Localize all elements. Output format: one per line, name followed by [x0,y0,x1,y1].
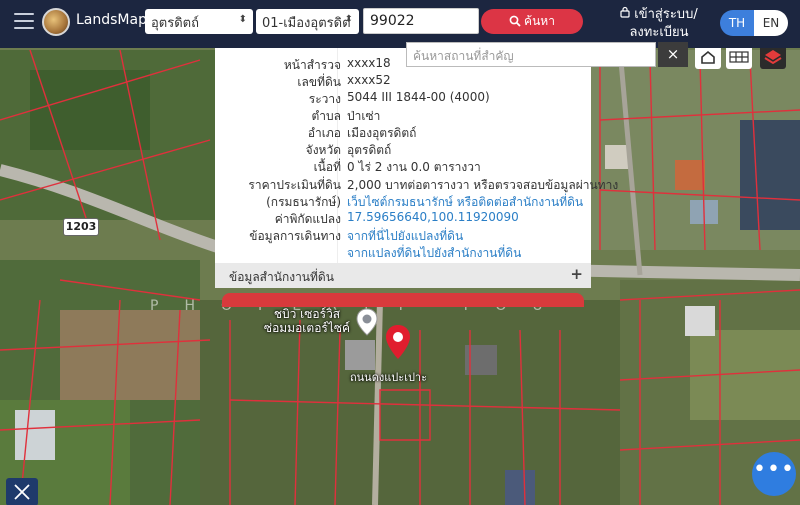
draw-tool-button[interactable] [6,478,38,505]
info-row: จังหวัด อุตรดิตถ์ [215,141,591,158]
parcel-location-pin-icon[interactable] [385,324,411,364]
home-button[interactable] [695,45,721,69]
directions-to-office-link[interactable]: จากแปลงที่ดินไปยังสำนักงานที่ดิน [347,244,521,263]
home-icon [701,50,715,64]
lang-th-button[interactable]: TH [720,10,754,36]
road-number-badge: 1203 [63,218,99,236]
lock-icon [620,6,630,24]
info-row: จากแปลงที่ดินไปยังสำนักงานที่ดิน [215,244,591,261]
parcel-info-panel: หน้าสำรวจ xxxx18 เลขที่ดิน xxxx52 ระวาง 504… [215,48,618,263]
district-select-value: 01-เมืองอุตรดิต [262,16,351,31]
pencil-ruler-icon [14,484,30,500]
popup-footer-band [222,293,584,307]
search-button[interactable]: ค้นหา [481,9,583,34]
chevron-updown-icon: ⬍ [344,14,353,25]
province-select[interactable]: อุตรดิตถ์ ⬍ [145,9,253,34]
info-row: ระวาง 5044 III 1844-00 (4000) [215,90,591,107]
street-label: ถนนดงแปะเปาะ [350,371,428,384]
place-marker-icon[interactable] [356,308,378,340]
grid-icon [729,51,749,63]
layers-icon [764,50,782,65]
info-row: อำเภอ เมืองอุตรดิตถ์ [215,124,591,141]
place-search-input[interactable]: ค้นหาสถานที่สำคัญ [406,42,656,67]
info-value: 0 ไร่ 2 งาน 0.0 ตารางวา [347,160,481,174]
chevron-updown-icon: ⬍ [238,14,247,25]
info-row: เลขที่ดิน xxxx52 [215,73,591,90]
brand-title: LandsMaps [76,12,155,28]
grid-button[interactable] [726,45,752,69]
info-label: เนื้อที่ [313,160,341,174]
info-row: ข้อมูลการเดินทาง จากที่นี่ไปยังแปลงที่ดิน [215,227,591,244]
search-icon [509,15,521,27]
top-navbar: LandsMaps อุตรดิตถ์ ⬍ 01-เมืองอุตรดิต ⬍ … [0,0,800,48]
info-row: ตำบล ป่าเซ่า [215,107,591,124]
province-select-value: อุตรดิตถ์ [151,16,199,31]
place-label: ชบิว เซอร์วิส ซ่อมมอเตอร์ไซค์ [263,307,351,335]
info-row: ค่าพิกัดแปลง 17.59656640,100.11920090 [215,210,591,227]
info-value: xxxx52 [347,73,391,87]
info-value: xxxx18 [347,56,391,70]
lang-en-button[interactable]: EN [754,10,788,36]
plus-icon: + [570,265,583,283]
landsmaps-logo [42,8,70,36]
parcel-number-input[interactable] [363,8,479,34]
login-link[interactable]: เข้าสู่ระบบ/ลงทะเบียน [614,6,704,42]
layers-button[interactable] [760,45,786,69]
close-icon[interactable]: × [658,42,688,67]
land-office-section-toggle[interactable]: ข้อมูลสำนักงานที่ดิน + [215,263,591,288]
info-value: 5044 III 1844-00 (4000) [347,90,490,104]
login-label: เข้าสู่ระบบ/ลงทะเบียน [629,7,698,40]
land-office-section-label: ข้อมูลสำนักงานที่ดิน [229,270,334,284]
more-options-button[interactable]: ••• [752,452,796,496]
district-select[interactable]: 01-เมืองอุตรดิต ⬍ [256,9,359,34]
coordinates-link[interactable]: 17.59656640,100.11920090 [347,210,519,224]
search-button-label: ค้นหา [524,14,555,28]
info-row: ราคาประเมินที่ดิน 2,000 บาทต่อตารางวา หรื… [215,176,618,193]
info-row: (กรมธนารักษ์) เว็บไซต์กรมธนารักษ์ หรือติด… [215,193,591,210]
menu-icon[interactable] [14,13,34,29]
info-row: เนื้อที่ 0 ไร่ 2 งาน 0.0 ตารางวา [215,158,591,175]
